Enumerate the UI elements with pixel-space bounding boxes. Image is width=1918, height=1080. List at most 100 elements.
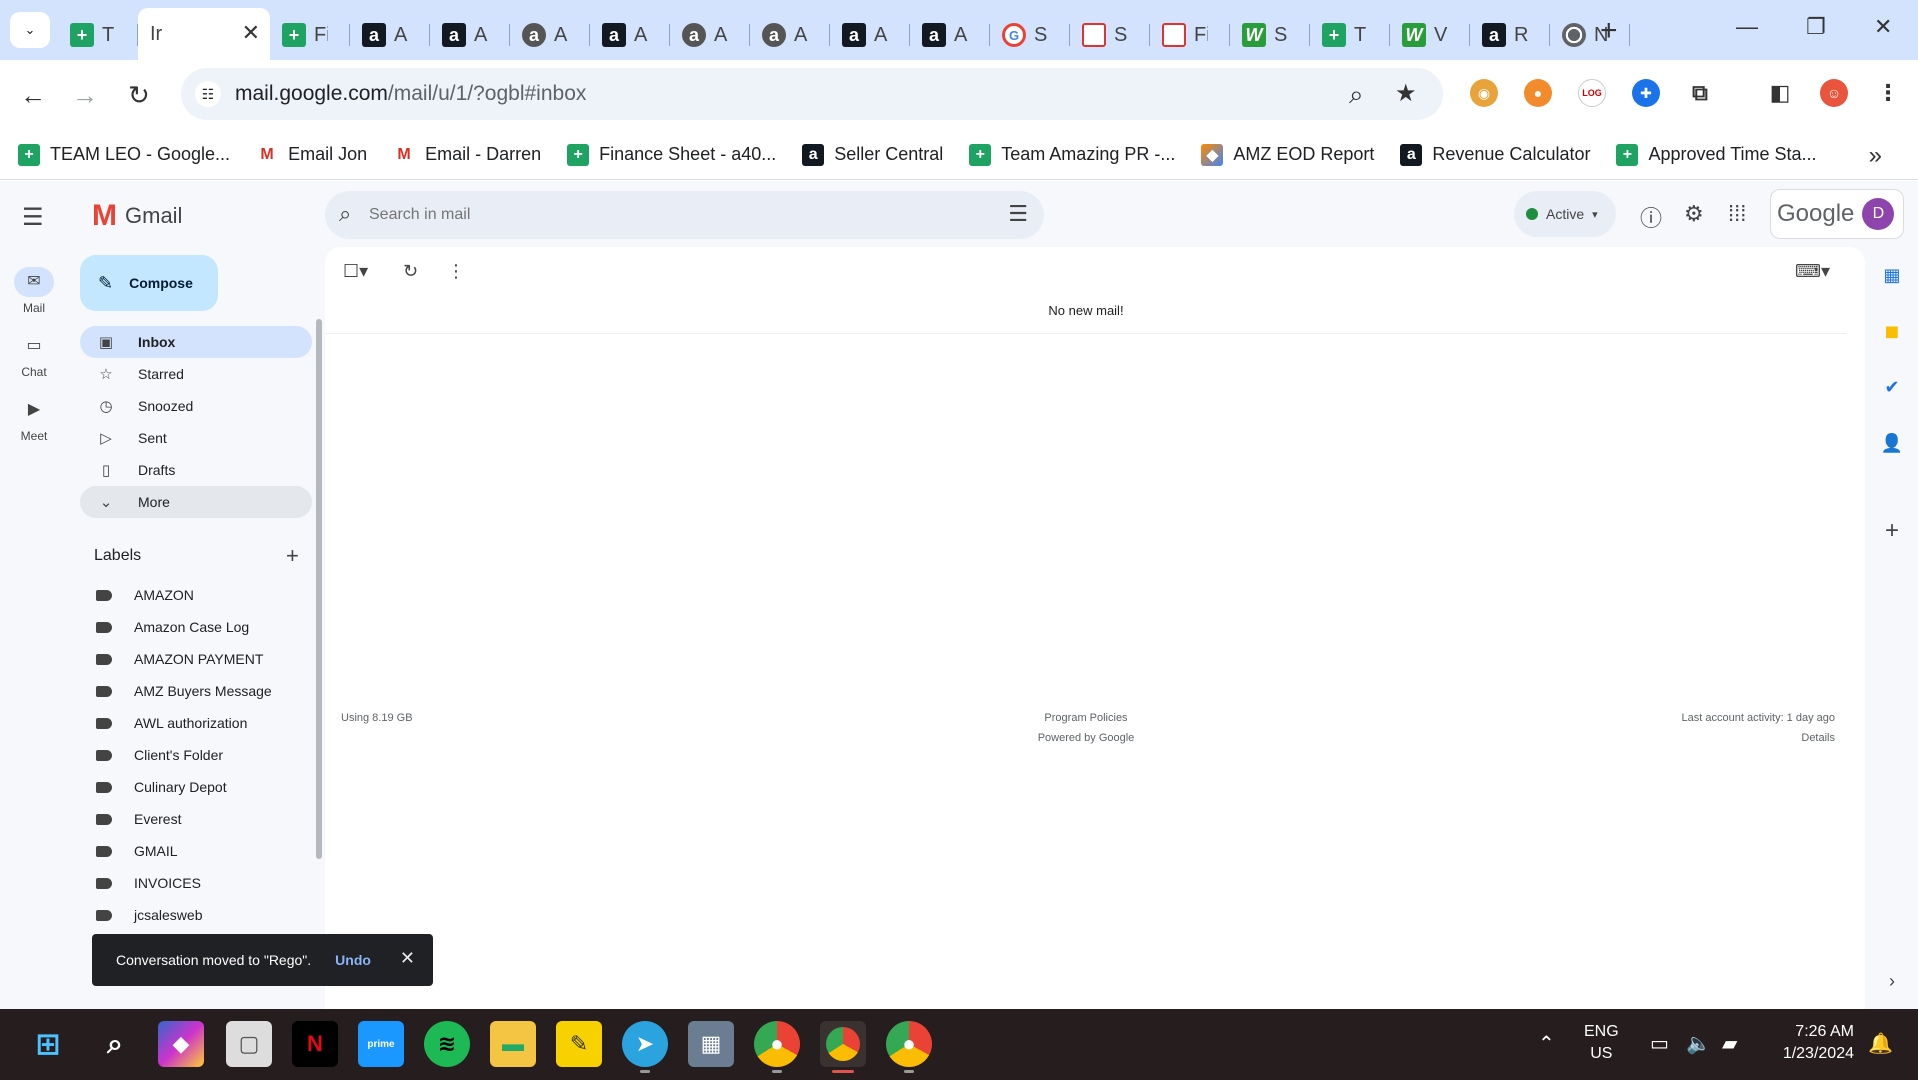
gmail-logo[interactable]: M Gmail	[92, 199, 182, 233]
get-addons-icon[interactable]: +	[1878, 517, 1906, 545]
extension-login-icon[interactable]: LOG	[1578, 79, 1606, 107]
new-tab-button[interactable]: +	[1600, 14, 1618, 48]
browser-tab[interactable]: aA	[910, 12, 990, 58]
label-item[interactable]: AMAZON PAYMENT	[80, 643, 312, 675]
nav-item-sent[interactable]: ▷ Sent	[80, 422, 312, 454]
browser-tab[interactable]: GS	[990, 12, 1070, 58]
menu-kebab-icon[interactable]: ⋮	[1874, 79, 1902, 107]
telegram-icon[interactable]: ➤	[622, 1021, 668, 1073]
browser-tab[interactable]: aA	[510, 12, 590, 58]
browser-tab[interactable]: aR	[1470, 12, 1550, 58]
notification-bell-icon[interactable]: 🔔	[1868, 1031, 1893, 1056]
label-item[interactable]: Client's Folder	[80, 739, 312, 771]
tab-search-button[interactable]: ⌄	[10, 12, 50, 48]
refresh-icon[interactable]: ↻	[403, 261, 418, 282]
search-bar[interactable]: ⌕ ☰	[325, 191, 1044, 239]
label-item[interactable]: AMZ Buyers Message	[80, 675, 312, 707]
close-window-icon[interactable]: ✕	[1874, 14, 1892, 40]
close-icon[interactable]: ✕	[400, 948, 415, 969]
browser-tab[interactable]: aA	[590, 12, 670, 58]
nav-item-drafts[interactable]: ▯ Drafts	[80, 454, 312, 486]
bookmark-item[interactable]: a Revenue Calculator	[1400, 143, 1590, 166]
browser-tab[interactable]: aA	[830, 12, 910, 58]
nav-item-inbox[interactable]: ▣ Inbox	[80, 326, 312, 358]
undo-button[interactable]: Undo	[335, 952, 371, 968]
restore-icon[interactable]: ❐	[1806, 14, 1826, 40]
bookmark-item[interactable]: + Finance Sheet - a40...	[567, 143, 776, 166]
copilot-icon[interactable]: ◆	[158, 1021, 204, 1067]
browser-tab[interactable]: + T	[1310, 12, 1390, 58]
netflix-icon[interactable]: N	[292, 1021, 338, 1067]
back-icon[interactable]: ←	[20, 80, 46, 111]
volume-icon[interactable]: 🔈	[1686, 1031, 1711, 1056]
search-input[interactable]	[369, 201, 929, 229]
nav-item-more[interactable]: ⌄ More	[80, 486, 312, 518]
extension-orange-icon[interactable]: ●	[1524, 79, 1552, 107]
more-actions-icon[interactable]: ⋮	[447, 261, 465, 282]
label-item[interactable]: jcsalesweb	[80, 899, 312, 931]
extensions-puzzle-icon[interactable]: ⧉	[1686, 79, 1714, 107]
browser-tab[interactable]: N	[1550, 12, 1630, 58]
network-icon[interactable]: ▭	[1650, 1031, 1669, 1056]
avatar[interactable]: D	[1862, 198, 1895, 230]
browser-tab[interactable]: aA	[670, 12, 750, 58]
browser-tab[interactable]: ✿ Fi	[1150, 12, 1230, 58]
search-icon[interactable]: ⌕	[339, 201, 351, 227]
compose-button[interactable]: ✎ Compose	[80, 255, 218, 311]
extension-blue-icon[interactable]: ✚	[1632, 79, 1660, 107]
zoom-icon[interactable]: ⌕	[1349, 79, 1364, 111]
search-options-icon[interactable]: ☰	[1008, 201, 1028, 227]
browser-tab[interactable]: + T	[58, 12, 138, 58]
chrome-profile-1-icon[interactable]: ●	[754, 1021, 800, 1073]
task-view-icon[interactable]: ▢	[226, 1021, 272, 1067]
prime-video-icon[interactable]: prime	[358, 1021, 404, 1067]
forward-icon[interactable]: →	[72, 80, 98, 111]
reload-icon[interactable]: ↻	[128, 80, 150, 111]
bookmark-item[interactable]: M Email Jon	[256, 143, 367, 166]
calendar-icon[interactable]: ▦	[1878, 261, 1906, 289]
label-item[interactable]: AMAZON	[80, 579, 312, 611]
label-item[interactable]: GMAIL	[80, 835, 312, 867]
program-policies-link[interactable]: Program Policies	[925, 712, 1247, 724]
minimize-icon[interactable]: —	[1736, 14, 1758, 40]
close-tab-icon[interactable]: ✕	[242, 20, 260, 46]
sticky-notes-icon[interactable]: ✎	[556, 1021, 602, 1067]
rail-meet[interactable]: ▶ Meet	[8, 395, 60, 443]
rail-chat[interactable]: ▭ Chat	[8, 331, 60, 379]
profile-icon[interactable]: ☺	[1820, 79, 1848, 107]
select-checkbox[interactable]: ☐▾	[343, 261, 368, 282]
label-item[interactable]: INVOICES	[80, 867, 312, 899]
details-link[interactable]: Details	[1525, 732, 1835, 744]
battery-icon[interactable]: ▰	[1722, 1031, 1737, 1056]
bookmarks-overflow-icon[interactable]: »	[1869, 142, 1882, 170]
account-switcher[interactable]: Google D	[1770, 189, 1904, 239]
calculator-icon[interactable]: ▦	[688, 1021, 734, 1067]
chrome-profile-3-icon[interactable]: ●	[886, 1021, 932, 1073]
bookmark-item[interactable]: + Approved Time Sta...	[1616, 143, 1817, 166]
browser-tab[interactable]: WS	[1230, 12, 1310, 58]
label-item[interactable]: Everest	[80, 803, 312, 835]
browser-tab[interactable]: aA	[350, 12, 430, 58]
browser-tab[interactable]: WV	[1390, 12, 1470, 58]
bookmark-item[interactable]: ◆ AMZ EOD Report	[1201, 143, 1374, 166]
bookmark-item[interactable]: a Seller Central	[802, 143, 943, 166]
extension-cat-icon[interactable]: ◉	[1470, 79, 1498, 107]
keyboard-input-icon[interactable]: ⌨▾	[1795, 261, 1830, 282]
browser-tab[interactable]: aA	[750, 12, 830, 58]
label-item[interactable]: Culinary Depot	[80, 771, 312, 803]
url-text[interactable]: mail.google.com/mail/u/1/?ogbl#inbox	[235, 82, 586, 106]
show-hidden-icons-icon[interactable]: ⌃	[1538, 1031, 1555, 1056]
label-item[interactable]: AWL authorization	[80, 707, 312, 739]
windows-start-icon[interactable]: ⊞	[25, 1021, 71, 1067]
browser-tab[interactable]: Ir ✕	[138, 8, 270, 60]
nav-item-snoozed[interactable]: ◷ Snoozed	[80, 390, 312, 422]
spotify-icon[interactable]: ≋	[424, 1021, 470, 1067]
rail-mail[interactable]: ✉ Mail	[8, 267, 60, 315]
status-selector[interactable]: Active ▾	[1514, 191, 1616, 237]
main-menu-icon[interactable]: ☰	[22, 203, 44, 232]
address-bar[interactable]: ☷ mail.google.com/mail/u/1/?ogbl#inbox ⌕…	[181, 68, 1443, 120]
tasks-icon[interactable]: ✔	[1878, 373, 1906, 401]
chrome-profile-2-icon[interactable]	[820, 1021, 866, 1073]
bookmark-item[interactable]: + TEAM LEO - Google...	[18, 143, 230, 166]
apps-grid-icon[interactable]: ⁞⁞⁞	[1728, 201, 1746, 227]
